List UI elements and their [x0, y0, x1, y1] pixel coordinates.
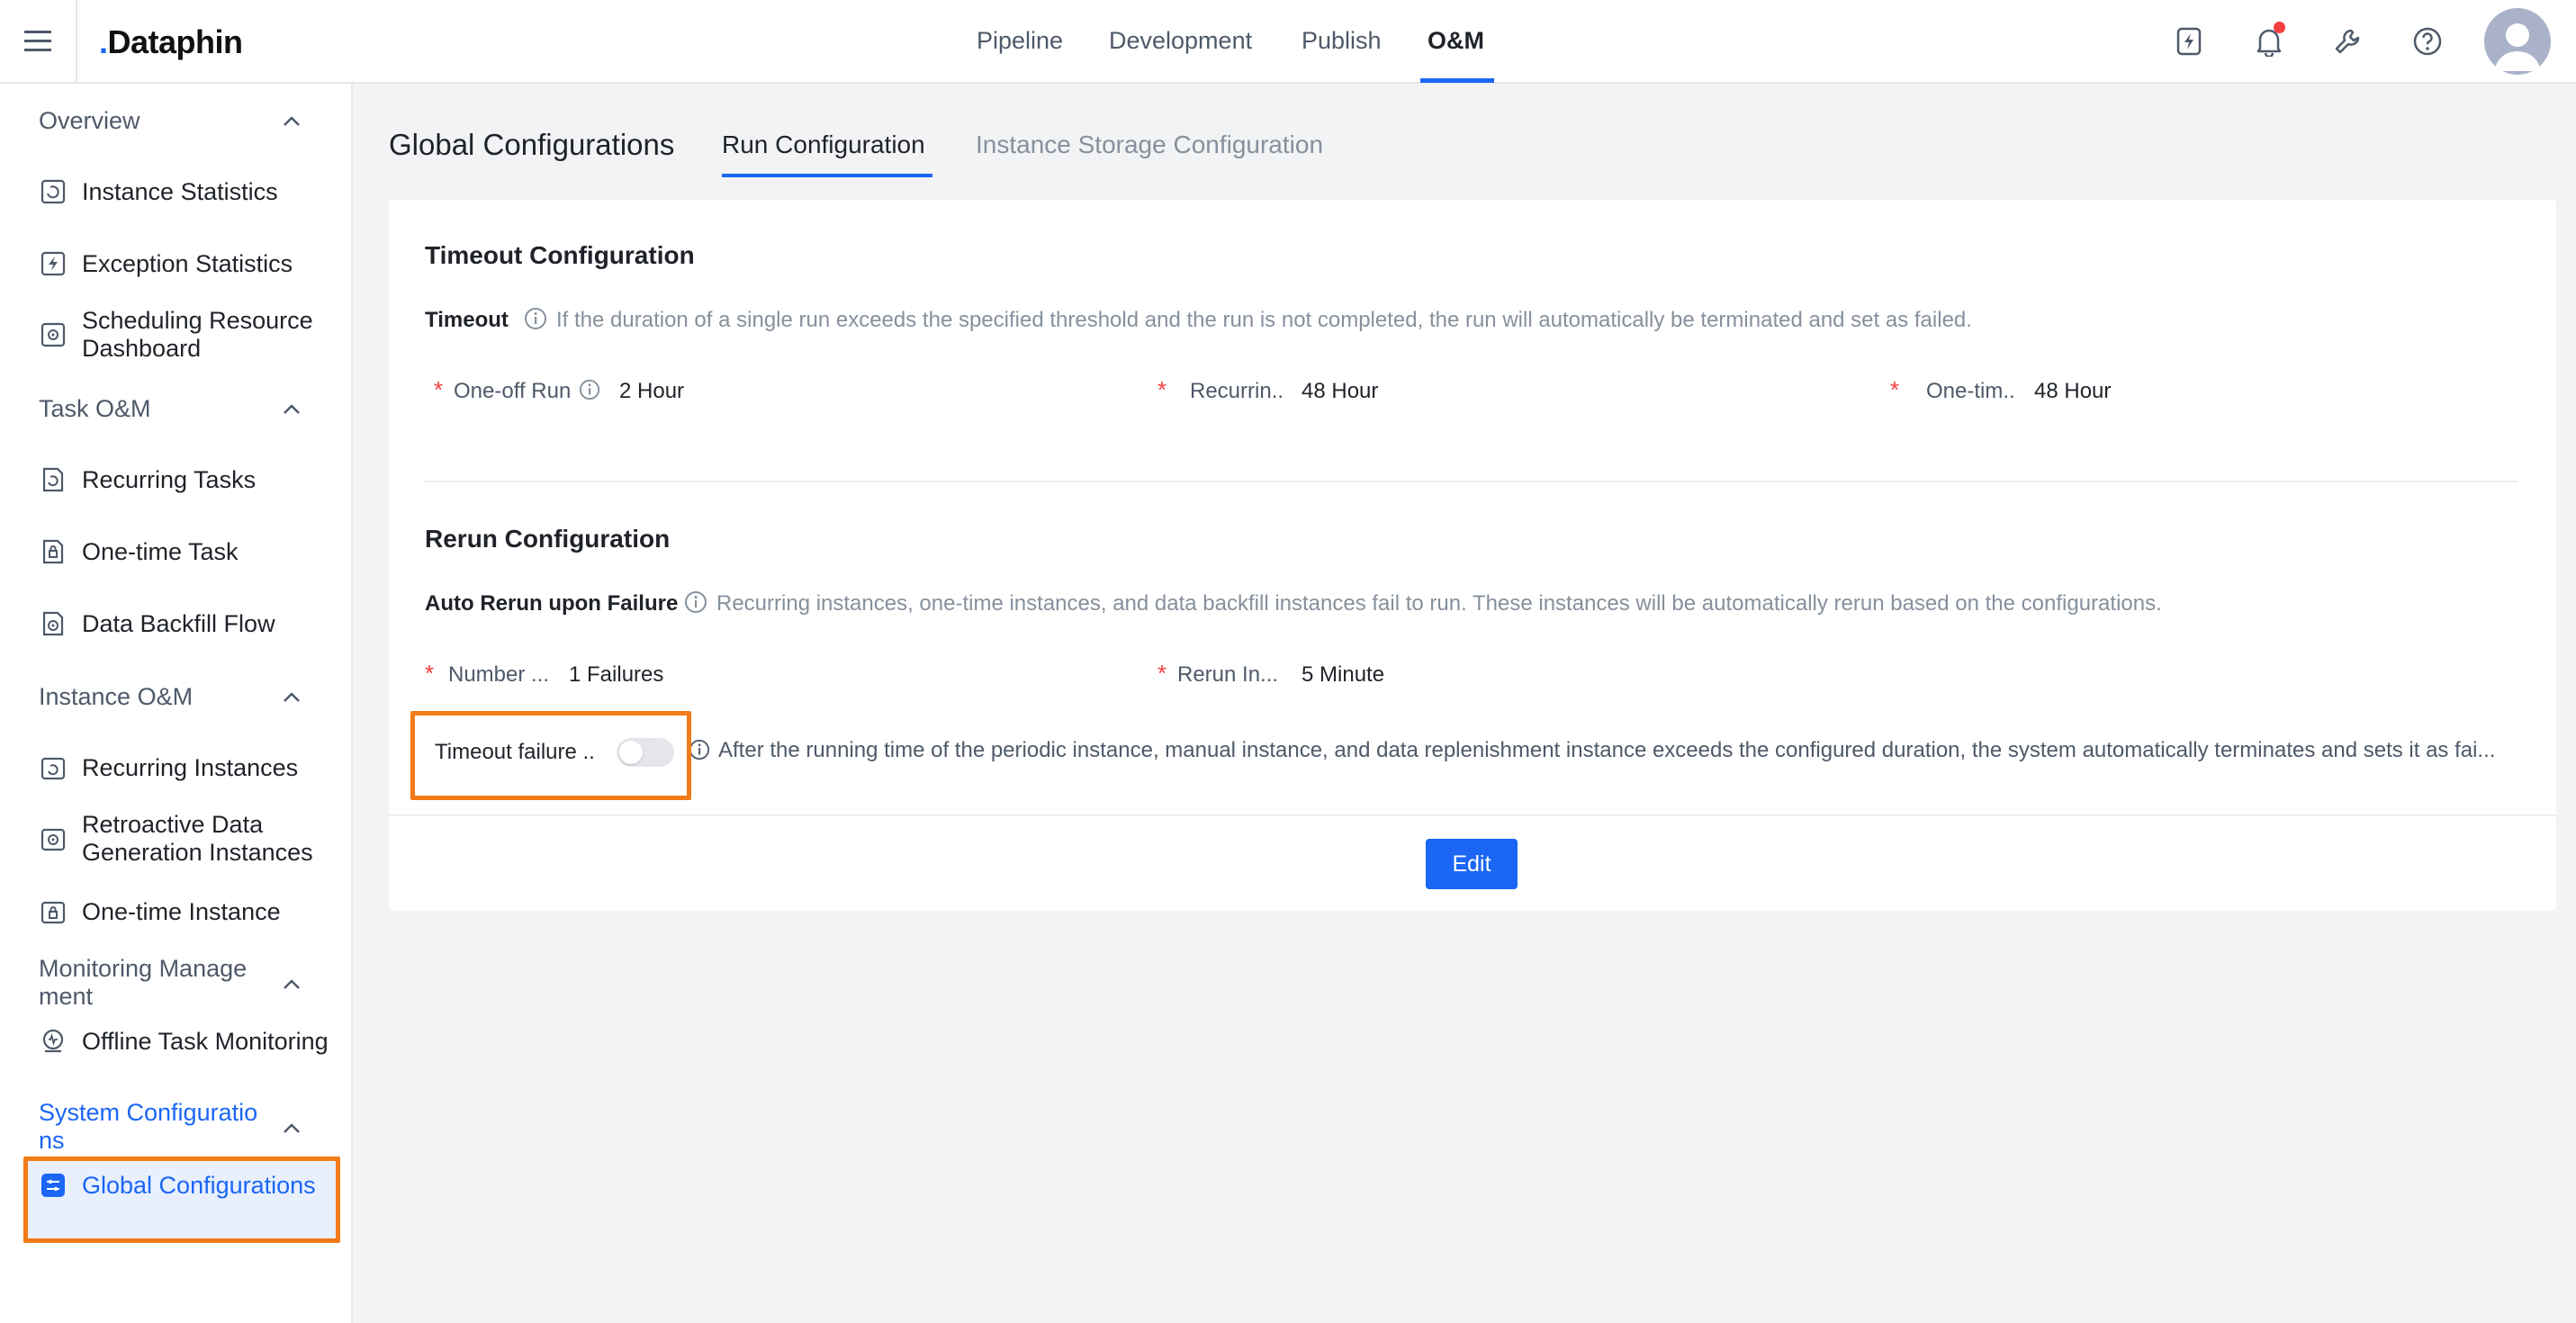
required-asterisk: * — [425, 660, 435, 687]
recurring-label: Recurrin.. — [1190, 379, 1284, 403]
sidebar-item-label: Scheduling Resource Dashboard — [82, 307, 313, 362]
tab-active-indicator — [722, 174, 932, 177]
sidebar-item-label: Exception Statistics — [82, 249, 293, 277]
user-avatar[interactable] — [2484, 8, 2551, 75]
recurring-value[interactable]: 48 Hour — [1302, 379, 1378, 404]
retroactive-instances-icon — [41, 828, 66, 851]
hamburger-menu-icon[interactable] — [0, 0, 77, 82]
instance-statistics-icon — [41, 179, 66, 204]
top-navigation-bar: .Dataphin Pipeline Development Publish O… — [0, 0, 2576, 84]
one-off-run-label: One-off Run — [454, 379, 572, 403]
number-label: Number ... — [448, 662, 550, 687]
sidebar-item-recurring-tasks[interactable]: Recurring Tasks — [39, 465, 343, 494]
nav-development[interactable]: Development — [1109, 0, 1252, 82]
page-title: Global Configurations — [389, 128, 675, 161]
auto-rerun-label: Auto Rerun upon Failure — [425, 591, 679, 616]
edit-button[interactable]: Edit — [1426, 839, 1518, 889]
sidebar-item-one-time-instance[interactable]: One-time Instance — [39, 897, 343, 926]
number-value[interactable]: 1 Failures — [569, 662, 663, 688]
required-asterisk: * — [434, 376, 444, 403]
chevron-up-icon[interactable] — [279, 109, 304, 134]
rerun-interval-label: Rerun In... — [1177, 662, 1279, 687]
sidebar-item-data-backfill-flow[interactable]: Data Backfill Flow — [39, 609, 343, 638]
sidebar-item-label: Data Backfill Flow — [82, 609, 275, 637]
run-configuration-card: Timeout Configuration Timeout If the dur… — [389, 200, 2556, 911]
dashboard-icon — [41, 322, 66, 347]
info-icon[interactable] — [524, 307, 547, 330]
nav-active-indicator — [1420, 78, 1494, 83]
one-off-run-value[interactable]: 2 Hour — [619, 379, 684, 404]
recurring-tasks-icon — [42, 467, 64, 492]
one-time-instance-icon — [41, 901, 66, 924]
sidebar-item-label: Global Configurations — [82, 1171, 316, 1199]
nav-publish[interactable]: Publish — [1302, 0, 1382, 82]
required-asterisk: * — [1157, 376, 1167, 403]
rerun-interval-value[interactable]: 5 Minute — [1302, 662, 1384, 688]
help-icon[interactable] — [2408, 22, 2447, 61]
info-icon[interactable] — [579, 379, 600, 400]
data-backfill-icon — [42, 611, 64, 636]
one-time-label: One-tim.. — [1926, 379, 2015, 403]
global-configurations-icon — [41, 1174, 65, 1197]
sidebar-item-one-time-task[interactable]: One-time Task — [39, 537, 343, 566]
sidebar-item-instance-statistics[interactable]: Instance Statistics — [39, 177, 343, 206]
notification-bell-icon[interactable] — [2249, 22, 2289, 61]
required-asterisk: * — [1890, 376, 1900, 403]
sidebar-item-retroactive-data-generation-instances[interactable]: Retroactive Data Generation Instances — [39, 811, 343, 867]
auto-rerun-hint: Recurring instances, one-time instances,… — [716, 591, 2162, 616]
chevron-up-icon[interactable] — [279, 397, 304, 422]
sidebar-group-monitoring-management[interactable]: Monitoring Manage ment — [39, 955, 273, 1011]
tab-run-configuration[interactable]: Run Configuration — [722, 130, 925, 159]
sidebar-item-scheduling-resource-dashboard[interactable]: Scheduling Resource Dashboard — [39, 307, 343, 363]
rerun-configuration-title: Rerun Configuration — [425, 525, 671, 553]
recurring-instances-icon — [41, 757, 66, 780]
chevron-up-icon[interactable] — [279, 1116, 304, 1141]
timeout-configuration-title: Timeout Configuration — [425, 241, 695, 269]
info-icon[interactable] — [684, 590, 707, 614]
sidebar-item-label: Recurring Instances — [82, 753, 299, 781]
notification-badge — [2274, 22, 2285, 33]
sidebar-item-global-configurations[interactable] — [23, 1156, 340, 1243]
tab-instance-storage-configuration[interactable]: Instance Storage Configuration — [976, 130, 1323, 159]
sidebar-item-label: One-time Task — [82, 537, 239, 565]
one-time-task-icon — [42, 539, 64, 564]
lightning-icon[interactable] — [2169, 22, 2209, 61]
footer-divider — [389, 814, 2556, 816]
sidebar-item-exception-statistics[interactable]: Exception Statistics — [39, 249, 343, 278]
sidebar-group-overview[interactable]: Overview — [39, 107, 140, 135]
exception-statistics-icon — [41, 251, 66, 276]
sidebar-item-offline-task-monitoring[interactable]: Offline Task Monitoring — [39, 1027, 343, 1056]
sidebar-group-task-om[interactable]: Task O&M — [39, 395, 151, 423]
sidebar-item-label: Recurring Tasks — [82, 465, 257, 493]
sidebar-group-instance-om[interactable]: Instance O&M — [39, 683, 193, 711]
timeout-failure-hint: After the running time of the periodic i… — [718, 738, 2496, 762]
nav-pipeline[interactable]: Pipeline — [977, 0, 1063, 82]
timeout-failure-highlight — [410, 711, 691, 800]
timeout-label: Timeout — [425, 308, 509, 332]
chevron-up-icon[interactable] — [279, 972, 304, 997]
timeout-hint: If the duration of a single run exceeds … — [556, 308, 1972, 332]
sidebar-item-label: Retroactive Data Generation Instances — [82, 811, 313, 866]
dataphin-logo[interactable]: .Dataphin — [99, 23, 243, 61]
one-time-value[interactable]: 48 Hour — [2034, 379, 2111, 404]
nav-om[interactable]: O&M — [1428, 0, 1484, 82]
sidebar-group-system-configurations[interactable]: System Configuratio ns — [39, 1099, 273, 1155]
wrench-icon[interactable] — [2328, 22, 2367, 61]
sidebar-item-recurring-instances[interactable]: Recurring Instances — [39, 753, 343, 782]
sidebar-item-label: One-time Instance — [82, 897, 281, 925]
chevron-up-icon[interactable] — [279, 685, 304, 710]
monitoring-icon — [42, 1029, 64, 1053]
section-divider — [425, 481, 2518, 482]
sidebar-item-global-configurations-content[interactable]: Global Configurations — [39, 1171, 343, 1200]
required-asterisk: * — [1157, 660, 1167, 687]
sidebar-item-label: Instance Statistics — [82, 177, 278, 205]
sidebar-item-label: Offline Task Monitoring — [82, 1027, 329, 1055]
info-icon[interactable] — [689, 739, 710, 760]
